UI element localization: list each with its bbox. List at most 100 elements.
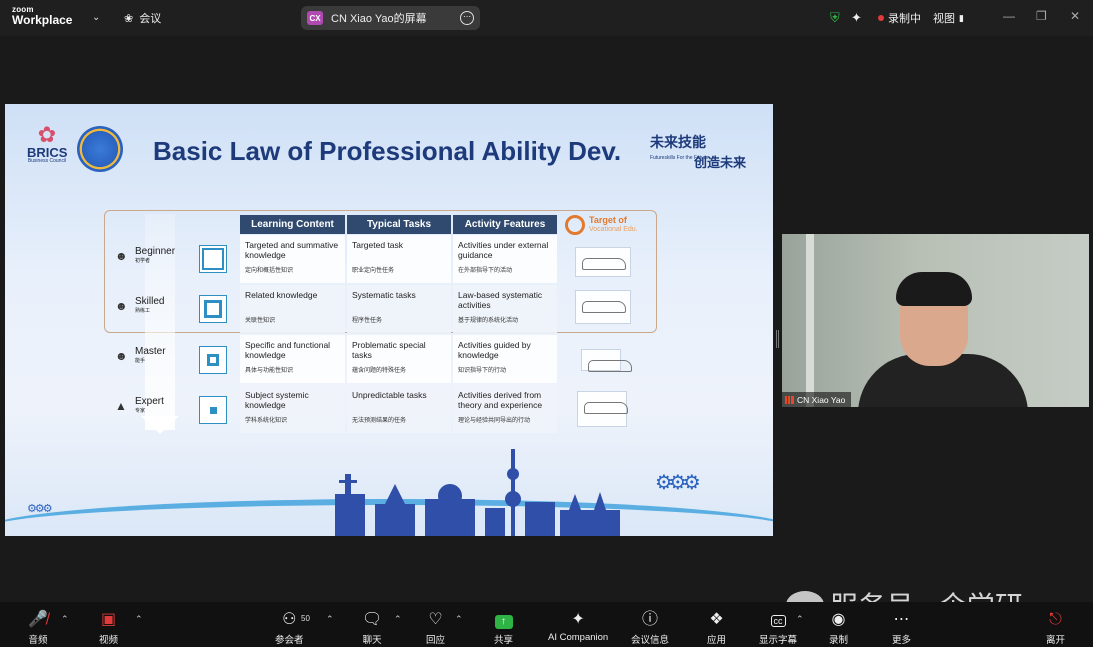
gears-decoration-icon: ⚙⚙⚙ <box>655 472 701 494</box>
level-indicator <box>199 245 227 273</box>
chat-button[interactable]: 🗨 聊天 <box>362 610 382 646</box>
resize-handle[interactable] <box>776 330 779 348</box>
cell-text-zh: 理论与经验共同导出的行动 <box>458 418 531 425</box>
header-activity-features: Activity Features <box>453 215 557 234</box>
ai-companion-label: AI Companion <box>548 632 609 643</box>
level-label-zh: 专家 <box>135 408 146 414</box>
cell-text: Activities derived from theory and exper… <box>458 390 543 410</box>
react-label: 回应 <box>426 635 446 646</box>
cell-text: Systematic tasks <box>352 290 416 300</box>
view-icon: ▮ <box>959 12 964 23</box>
cell-text-zh: 在外部指导下的活动 <box>458 268 513 275</box>
record-icon: ◉ <box>831 611 846 628</box>
more-options-icon[interactable]: ⋯ <box>460 11 474 25</box>
security-shield-icon[interactable]: ⛨ <box>830 10 840 26</box>
target-label: Target of Vocational Edu. <box>565 215 638 235</box>
minimize-button[interactable]: — <box>1003 9 1015 23</box>
table-cell: Related knowledge 关联性知识 <box>240 285 345 333</box>
participants-button[interactable]: ⚇ 参会者 <box>275 610 304 646</box>
table-cell: Targeted task 职业定向性任务 <box>347 235 451 283</box>
meeting-label: 会议 <box>139 13 162 25</box>
ai-sparkle-icon[interactable]: ✦ <box>851 10 862 26</box>
level-skilled: ☻ Skilled 熟练工 <box>115 297 164 315</box>
participants-options-caret[interactable]: ⌃ <box>326 614 334 625</box>
view-label: 视图 <box>933 13 955 25</box>
cell-text: Related knowledge <box>245 290 318 300</box>
apps-button[interactable]: ❖ 应用 <box>707 610 726 646</box>
car-sketch-image <box>575 247 631 277</box>
paw-icon: ❀ <box>124 12 134 25</box>
emblem-logo <box>77 126 123 172</box>
share-label: 共享 <box>494 635 514 646</box>
skilled-icon: ☻ <box>115 298 128 313</box>
level-label-zh: 初学者 <box>135 258 151 264</box>
futureskills-logo: 未来技能 Futureskills For the Future 创造未来 <box>650 132 746 170</box>
participants-icon: ⚇ <box>282 611 297 628</box>
screen-share-indicator[interactable]: CX CN Xiao Yao的屏幕 ⋯ <box>301 6 480 30</box>
target-icon <box>565 215 585 235</box>
level-indicator <box>199 396 227 424</box>
top-bar: zoom Workplace ⌄ ❀ 会议 CX CN Xiao Yao的屏幕 … <box>0 0 1093 36</box>
recording-indicator[interactable]: 录制中 <box>878 10 921 26</box>
cell-text-zh: 学科系统化知识 <box>245 418 288 425</box>
meeting-toolbar: 🎤̸ 音频 ⌃ ▣ 视频 ⌃ ⚇ 参会者 50 ⌃ 🗨 聊天 ⌃ ♡ 回应 ⌃ … <box>0 602 1093 647</box>
more-label: 更多 <box>892 635 912 646</box>
chassis-sketch-image <box>575 290 631 324</box>
apps-icon: ❖ <box>709 611 724 628</box>
level-indicator <box>199 346 227 374</box>
cell-text-zh: 无法预测结果的任务 <box>352 418 407 425</box>
leave-icon: ⎋ <box>1049 611 1062 628</box>
more-button[interactable]: ⋯ 更多 <box>892 610 911 646</box>
chat-icon: 🗨 <box>362 611 383 628</box>
level-master: ☻ Master 能手 <box>115 347 166 365</box>
recording-label: 录制中 <box>888 13 921 25</box>
mic-muted-icon: 🎤̸ <box>28 611 48 628</box>
participant-hair <box>896 272 972 306</box>
cell-text: Activities guided by knowledge <box>458 340 531 360</box>
table-cell: Activities derived from theory and exper… <box>453 385 557 433</box>
record-button[interactable]: ◉ 录制 <box>829 610 848 646</box>
table-cell: Systematic tasks 程序性任务 <box>347 285 451 333</box>
table-cell: Problematic special tasks 蕴含问题的特殊任务 <box>347 335 451 383</box>
react-options-caret[interactable]: ⌃ <box>455 614 463 625</box>
logo-line2: Workplace <box>12 13 73 27</box>
cell-text-zh: 关联性知识 <box>245 318 276 325</box>
signal-bars-icon <box>785 395 794 404</box>
header-typical-tasks: Typical Tasks <box>347 215 451 234</box>
chevron-down-icon[interactable]: ⌄ <box>92 12 100 23</box>
cell-text: Targeted task <box>352 240 404 250</box>
zoom-logo: zoom Workplace <box>12 6 73 27</box>
meeting-info-button[interactable]: ⓘ 会议信息 <box>631 610 669 646</box>
participant-video[interactable]: CN Xiao Yao <box>782 234 1089 407</box>
cell-text: Targeted and summative knowledge <box>245 240 339 260</box>
meeting-menu[interactable]: ❀ 会议 <box>124 10 161 26</box>
audio-options-caret[interactable]: ⌃ <box>61 614 69 625</box>
video-button[interactable]: ▣ 视频 <box>99 610 118 646</box>
cell-text: Activities under external guidance <box>458 240 549 260</box>
chat-options-caret[interactable]: ⌃ <box>394 614 402 625</box>
master-icon: ☻ <box>115 348 128 363</box>
audio-button[interactable]: 🎤̸ 音频 <box>28 610 48 646</box>
leave-button[interactable]: ⎋ 离开 <box>1046 610 1065 646</box>
part-sketch-image <box>581 349 632 372</box>
captions-options-caret[interactable]: ⌃ <box>796 614 804 625</box>
brics-logo: ✿ BRICS Business Council <box>27 124 67 164</box>
futureskills-zh2: 创造未来 <box>694 155 747 170</box>
camera-off-icon: ▣ <box>100 611 117 628</box>
view-button[interactable]: 视图 ▮ <box>933 10 964 26</box>
restore-button[interactable]: ❐ <box>1036 9 1047 23</box>
cell-text-zh: 程序性任务 <box>352 318 383 325</box>
share-button[interactable]: ↑ 共享 <box>494 610 513 646</box>
participant-name-tag: CN Xiao Yao <box>782 392 852 407</box>
close-button[interactable]: ✕ <box>1070 9 1080 23</box>
ai-companion-button[interactable]: ✦ AI Companion <box>548 610 608 643</box>
progress-arrow-head <box>141 416 179 434</box>
captions-button[interactable]: cc 显示字幕 <box>759 610 797 646</box>
table-cell: Unpredictable tasks 无法预测结果的任务 <box>347 385 451 433</box>
video-options-caret[interactable]: ⌃ <box>135 614 143 625</box>
ai-sparkle-icon: ✦ <box>571 611 585 628</box>
share-title: CN Xiao Yao的屏幕 <box>331 13 427 25</box>
slide-title: Basic Law of Professional Ability Dev. <box>153 136 622 166</box>
cell-text: Unpredictable tasks <box>352 390 427 400</box>
react-button[interactable]: ♡ 回应 <box>426 610 445 646</box>
